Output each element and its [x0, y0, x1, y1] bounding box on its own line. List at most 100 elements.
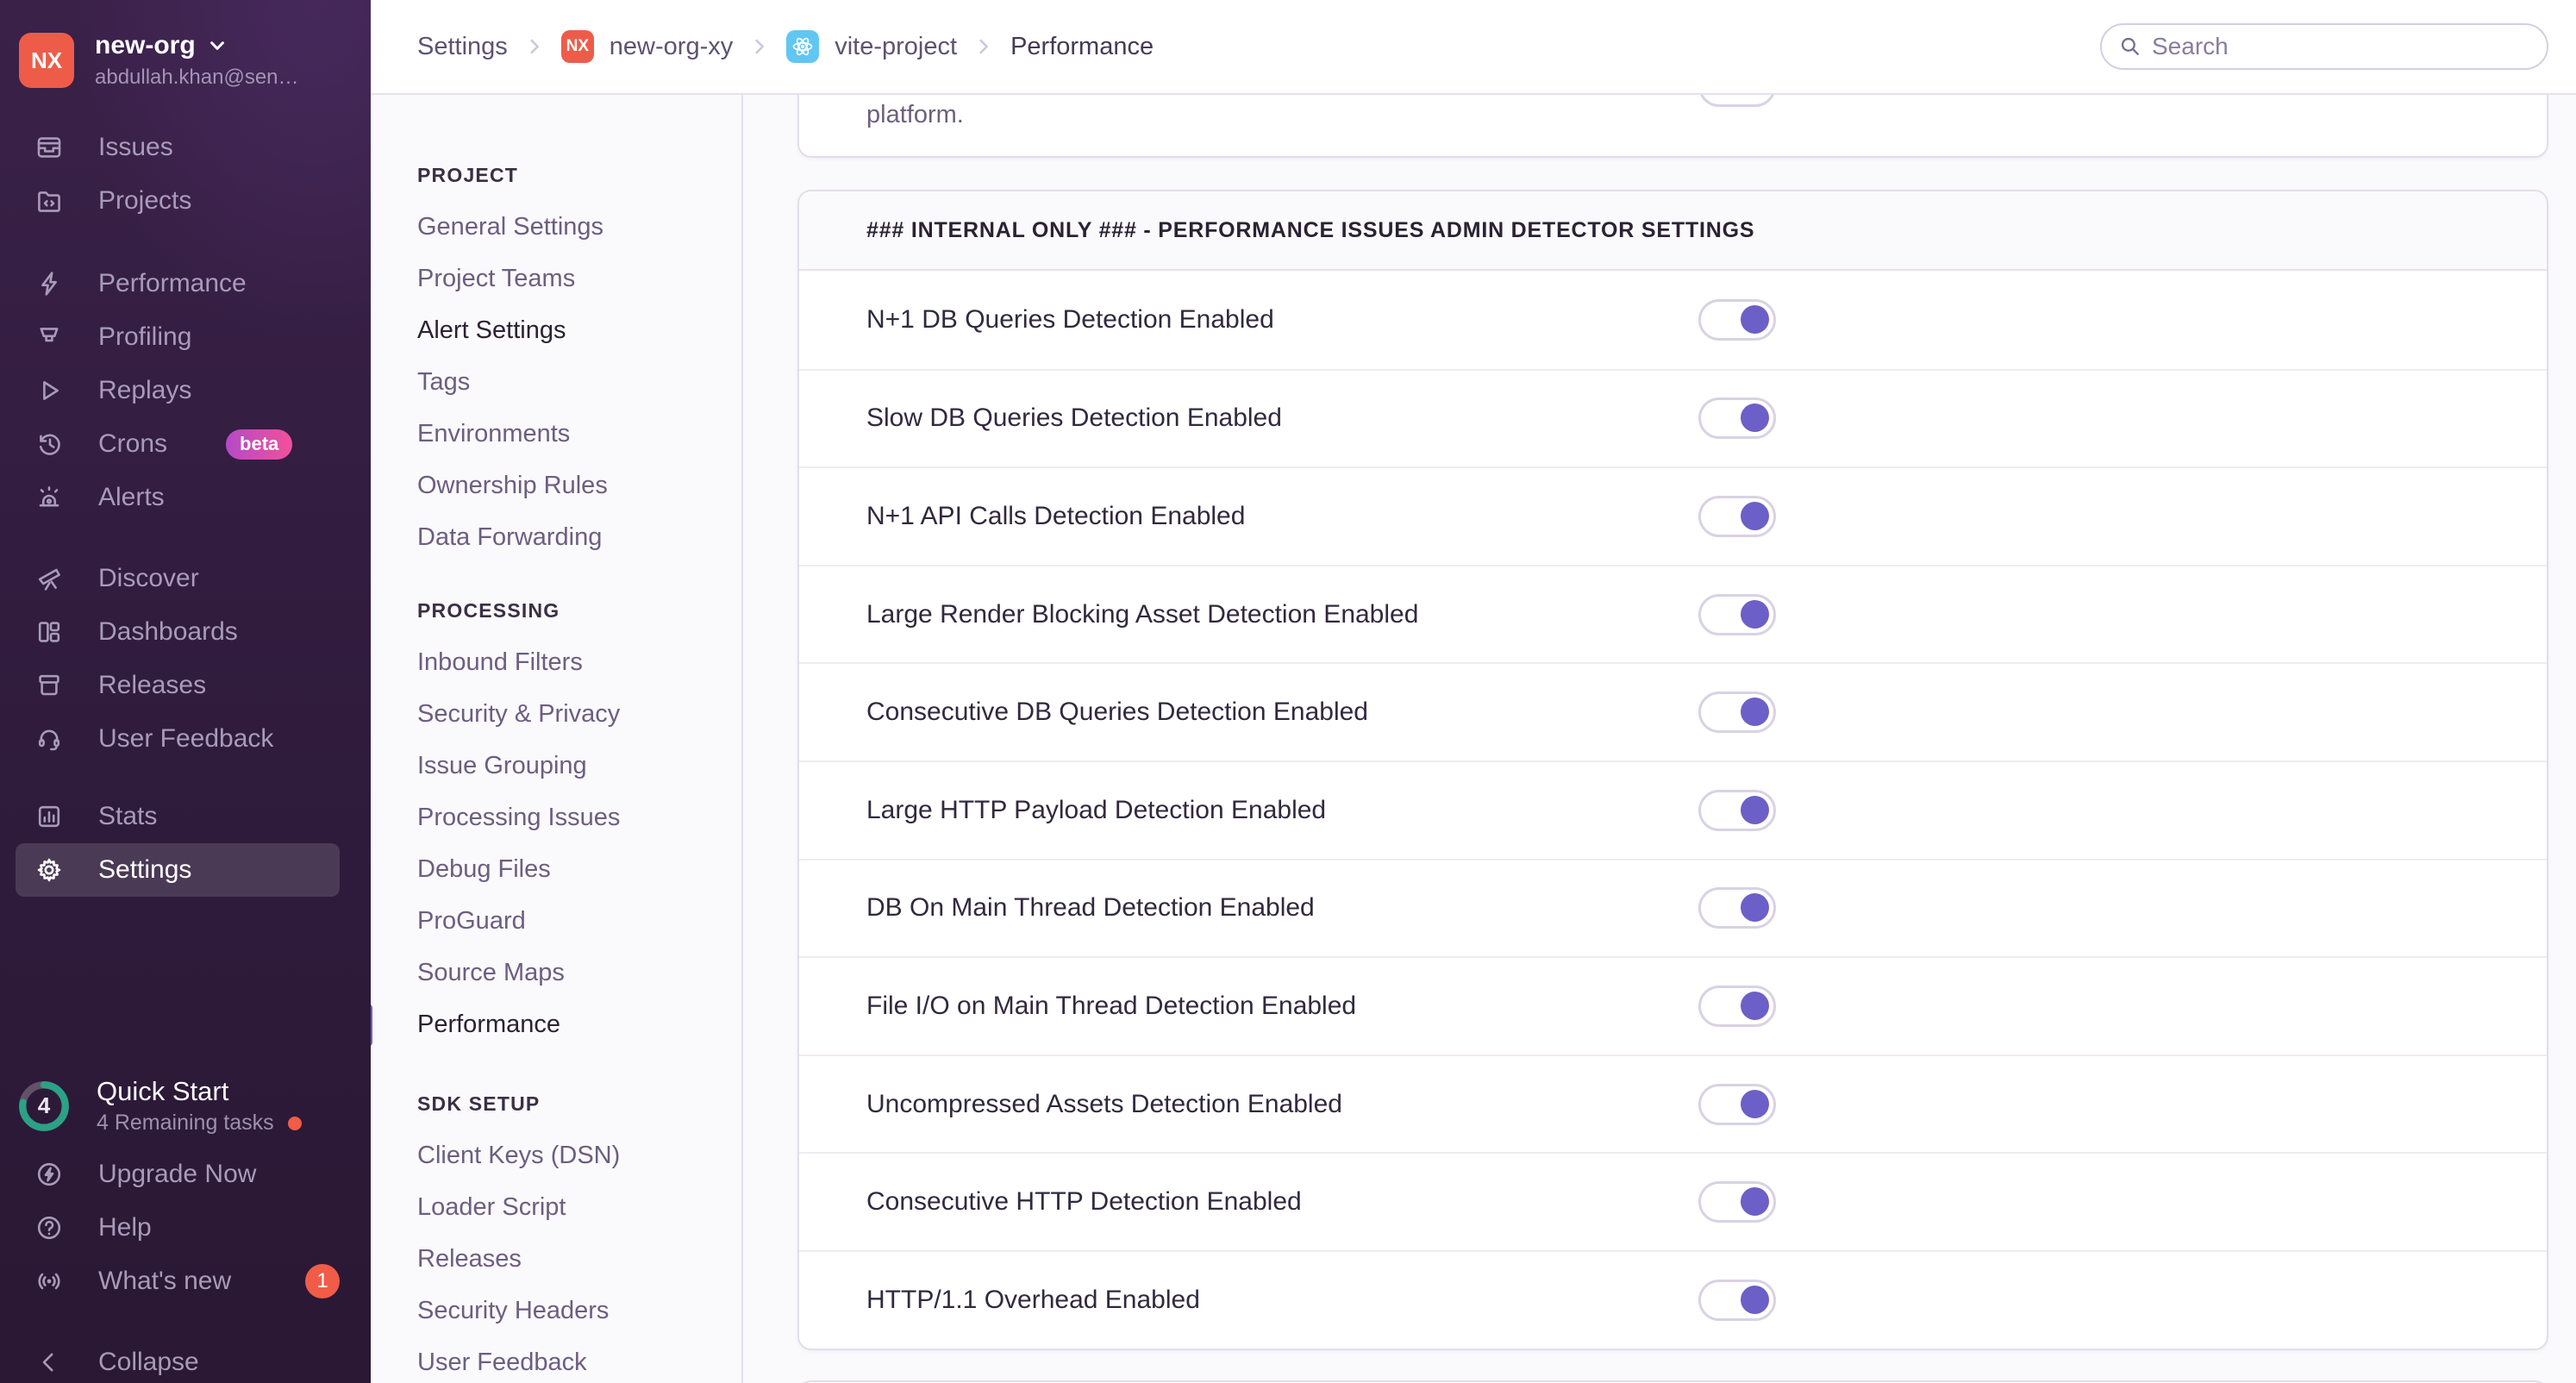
org-avatar: NX: [19, 33, 74, 88]
sidebar-item-help[interactable]: Help: [16, 1201, 340, 1255]
topbar: Settings NX new-org-xy vite-project Perf…: [371, 0, 2576, 95]
settings-subnav: PROJECT General Settings Project Teams A…: [371, 95, 743, 1383]
toggle-consecutive-db-queries[interactable]: [1698, 692, 1776, 734]
sidebar-item-whats-new[interactable]: What's new 1: [16, 1255, 340, 1308]
subnav-item-debug-files[interactable]: Debug Files: [417, 843, 741, 895]
subnav-item-environments[interactable]: Environments: [417, 408, 741, 460]
sidebar-item-replays[interactable]: Replays: [16, 364, 340, 417]
app-window: NX new-org abdullah.khan@sen… Issues Pro…: [0, 0, 2576, 1383]
sidebar-item-alerts[interactable]: Alerts: [16, 471, 340, 524]
user-email: abdullah.khan@sen…: [95, 66, 299, 89]
breadcrumb-page: Performance: [1010, 32, 1154, 60]
chevron-left-icon: [34, 1348, 64, 1377]
quick-start-count: 4: [37, 1092, 51, 1118]
toggle-consecutive-http[interactable]: [1698, 1181, 1776, 1223]
subnav-item-client-keys[interactable]: Client Keys (DSN): [417, 1130, 741, 1181]
setting-row: File I/O on Main Thread Detection Enable…: [799, 956, 2547, 1054]
breadcrumb-project[interactable]: vite-project: [786, 30, 957, 63]
subnav-item-processing-issues[interactable]: Processing Issues: [417, 792, 741, 843]
subnav-item-security-headers[interactable]: Security Headers: [417, 1285, 741, 1336]
sidebar-item-projects[interactable]: Projects: [16, 174, 340, 228]
toggle-large-http-payload[interactable]: [1698, 789, 1776, 831]
search-input[interactable]: [2152, 33, 2529, 60]
subnav-item-inbound-filters[interactable]: Inbound Filters: [417, 636, 741, 688]
detector-settings-panel: ### INTERNAL ONLY ### - PERFORMANCE ISSU…: [797, 190, 2548, 1350]
subnav-item-tags[interactable]: Tags: [417, 356, 741, 408]
toggle-slow-db-queries[interactable]: [1698, 397, 1776, 440]
alerts-icon: [34, 483, 64, 512]
toggle-db-on-main-thread[interactable]: [1698, 887, 1776, 929]
toggle-http11-overhead[interactable]: [1698, 1279, 1776, 1321]
crons-icon: [34, 429, 64, 459]
setting-row: N+1 API Calls Detection Enabled: [799, 466, 2547, 565]
subnav-item-data-forwarding[interactable]: Data Forwarding: [417, 511, 741, 563]
breadcrumb-separator-icon: [979, 39, 989, 54]
gear-icon: [34, 855, 64, 885]
sidebar-item-releases[interactable]: Releases: [16, 659, 340, 712]
subnav-item-alert-settings[interactable]: Alert Settings: [417, 304, 741, 356]
sidebar-item-stats[interactable]: Stats: [16, 790, 340, 843]
sidebar-item-dashboards[interactable]: Dashboards: [16, 605, 340, 659]
setting-row: Large Render Blocking Asset Detection En…: [799, 564, 2547, 663]
subnav-item-user-feedback[interactable]: User Feedback: [417, 1336, 741, 1383]
subnav-item-proguard[interactable]: ProGuard: [417, 895, 741, 947]
subnav-heading-sdk-setup: SDK SETUP: [417, 1092, 541, 1115]
setting-row: Slow DB Queries Detection Enabled: [799, 368, 2547, 467]
sidebar-item-upgrade-now[interactable]: Upgrade Now: [16, 1148, 340, 1201]
sidebar-item-issues[interactable]: Issues: [16, 121, 340, 174]
toggle-file-io-on-main-thread[interactable]: [1698, 985, 1776, 1027]
sidebar-collapse-button[interactable]: Collapse: [16, 1336, 340, 1383]
broadcast-icon: [34, 1267, 64, 1296]
help-icon: [34, 1213, 64, 1242]
stats-icon: [34, 802, 64, 831]
performance-icon: [34, 269, 64, 298]
setting-description: platform.: [866, 101, 964, 128]
sidebar-item-performance[interactable]: Performance: [16, 257, 340, 310]
sidebar-item-user-feedback[interactable]: User Feedback: [16, 712, 340, 766]
org-badge: NX: [560, 30, 594, 63]
discover-icon: [34, 564, 64, 593]
breadcrumb-settings[interactable]: Settings: [417, 33, 508, 61]
org-name: new-org: [95, 31, 196, 59]
sidebar-item-discover[interactable]: Discover: [16, 552, 340, 605]
subnav-item-general-settings[interactable]: General Settings: [417, 201, 741, 253]
sidebar-item-settings[interactable]: Settings: [16, 843, 340, 897]
user-feedback-icon: [34, 724, 64, 754]
setting-row: Consecutive DB Queries Detection Enabled: [799, 662, 2547, 760]
org-switcher[interactable]: NX new-org abdullah.khan@sen…: [19, 31, 350, 90]
subnav-heading-processing: PROCESSING: [417, 598, 560, 622]
subnav-item-releases[interactable]: Releases: [417, 1233, 741, 1285]
subnav-item-source-maps[interactable]: Source Maps: [417, 947, 741, 998]
subnav-item-performance[interactable]: Performance: [371, 998, 741, 1050]
toggle-n1-api-calls[interactable]: [1698, 495, 1776, 537]
sidebar-item-profiling[interactable]: Profiling: [16, 310, 340, 364]
panel-header: ### INTERNAL ONLY ### - PERFORMANCE ISSU…: [799, 191, 2547, 271]
breadcrumb-separator-icon: [755, 39, 765, 54]
sidebar-item-crons[interactable]: Crons beta: [16, 417, 340, 471]
toggle-uncompressed-assets[interactable]: [1698, 1083, 1776, 1125]
subnav-item-ownership-rules[interactable]: Ownership Rules: [417, 460, 741, 511]
subnav-item-security-privacy[interactable]: Security & Privacy: [417, 688, 741, 740]
subnav-item-loader-script[interactable]: Loader Script: [417, 1181, 741, 1233]
search-box[interactable]: [2100, 23, 2548, 70]
chevron-down-icon: [209, 41, 224, 50]
toggle-n1-db-queries[interactable]: [1698, 298, 1776, 341]
search-icon: [2121, 37, 2139, 55]
subnav-item-project-teams[interactable]: Project Teams: [417, 253, 741, 304]
setting-row: N+1 DB Queries Detection Enabled: [799, 271, 2547, 369]
subnav-item-issue-grouping[interactable]: Issue Grouping: [417, 740, 741, 792]
toggle-partial[interactable]: [1698, 95, 1776, 107]
issues-icon: [34, 133, 64, 162]
setting-row: Large HTTP Payload Detection Enabled: [799, 760, 2547, 859]
next-panel-partial: [797, 1380, 2548, 1383]
beta-badge: beta: [226, 429, 293, 460]
quick-start-title: Quick Start: [97, 1076, 229, 1106]
settings-content: platform. ### INTERNAL ONLY ### - PERFOR…: [743, 95, 2576, 1383]
breadcrumb: Settings NX new-org-xy vite-project Perf…: [417, 30, 1154, 63]
breadcrumb-org[interactable]: NX new-org-xy: [560, 30, 733, 63]
setting-row: Uncompressed Assets Detection Enabled: [799, 1054, 2547, 1153]
toggle-large-render-blocking-asset[interactable]: [1698, 593, 1776, 635]
setting-row: HTTP/1.1 Overhead Enabled: [799, 1249, 2547, 1349]
quick-start[interactable]: 4 Quick Start 4 Remaining tasks: [16, 1076, 350, 1136]
quick-start-progress-ring: 4: [16, 1078, 72, 1135]
